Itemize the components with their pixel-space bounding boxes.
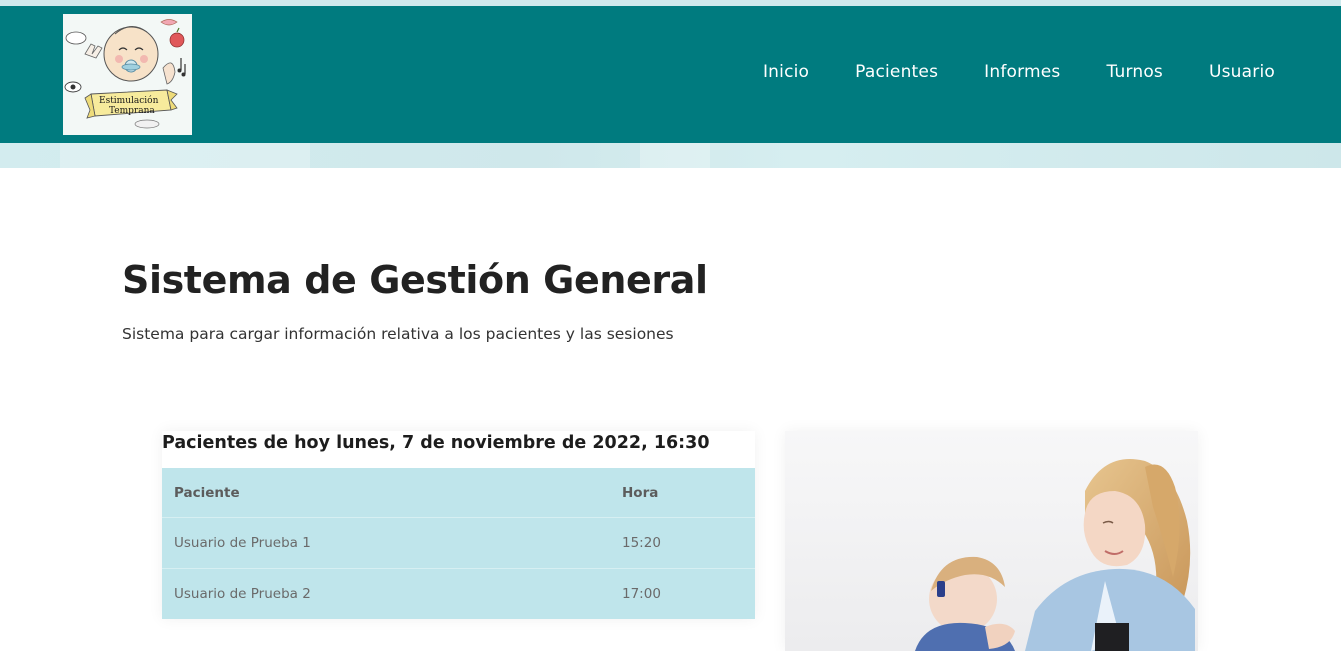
hero-strip-decoration [640, 143, 710, 168]
appointment-time: 15:20 [610, 517, 755, 569]
site-logo[interactable]: Estimulación Temprana [63, 14, 192, 135]
page-subtitle: Sistema para cargar información relativa… [122, 325, 674, 343]
mother-baby-illustration-icon [785, 431, 1198, 651]
hero-strip [0, 143, 1341, 168]
page-title: Sistema de Gestión General [122, 258, 708, 302]
main-nav: Inicio Pacientes Informes Turnos Usuario [717, 62, 1275, 82]
nav-pacientes[interactable]: Pacientes [855, 62, 938, 82]
baby-logo-icon: Estimulación Temprana [63, 14, 192, 135]
mother-and-baby-photo [785, 431, 1198, 651]
column-header-time: Hora [610, 468, 755, 518]
table-header-row: Paciente Hora [162, 468, 755, 518]
patient-name: Usuario de Prueba 1 [162, 517, 610, 569]
patient-name: Usuario de Prueba 2 [174, 586, 311, 602]
appointment-time: 17:00 [622, 586, 661, 602]
nav-informes[interactable]: Informes [984, 62, 1060, 82]
navbar: Estimulación Temprana Inicio Pacientes I… [0, 6, 1341, 143]
todays-patients-card: Pacientes de hoy lunes, 7 de noviembre d… [162, 431, 755, 619]
todays-patients-table: Paciente Hora Usuario de Prueba 1 15:20 … [162, 468, 755, 619]
nav-turnos[interactable]: Turnos [1106, 62, 1163, 82]
column-header-patient: Paciente [162, 468, 610, 518]
table-row[interactable]: Usuario de Prueba 2 17:00 [162, 569, 755, 620]
hero-strip-decoration [60, 143, 310, 168]
nav-usuario[interactable]: Usuario [1209, 62, 1275, 82]
nav-inicio[interactable]: Inicio [763, 62, 809, 82]
logo-text-line1: Estimulación [99, 95, 159, 106]
logo-text-line2: Temprana [109, 106, 155, 116]
table-row[interactable]: Usuario de Prueba 1 15:20 [162, 517, 755, 569]
todays-patients-heading: Pacientes de hoy lunes, 7 de noviembre d… [162, 433, 710, 453]
